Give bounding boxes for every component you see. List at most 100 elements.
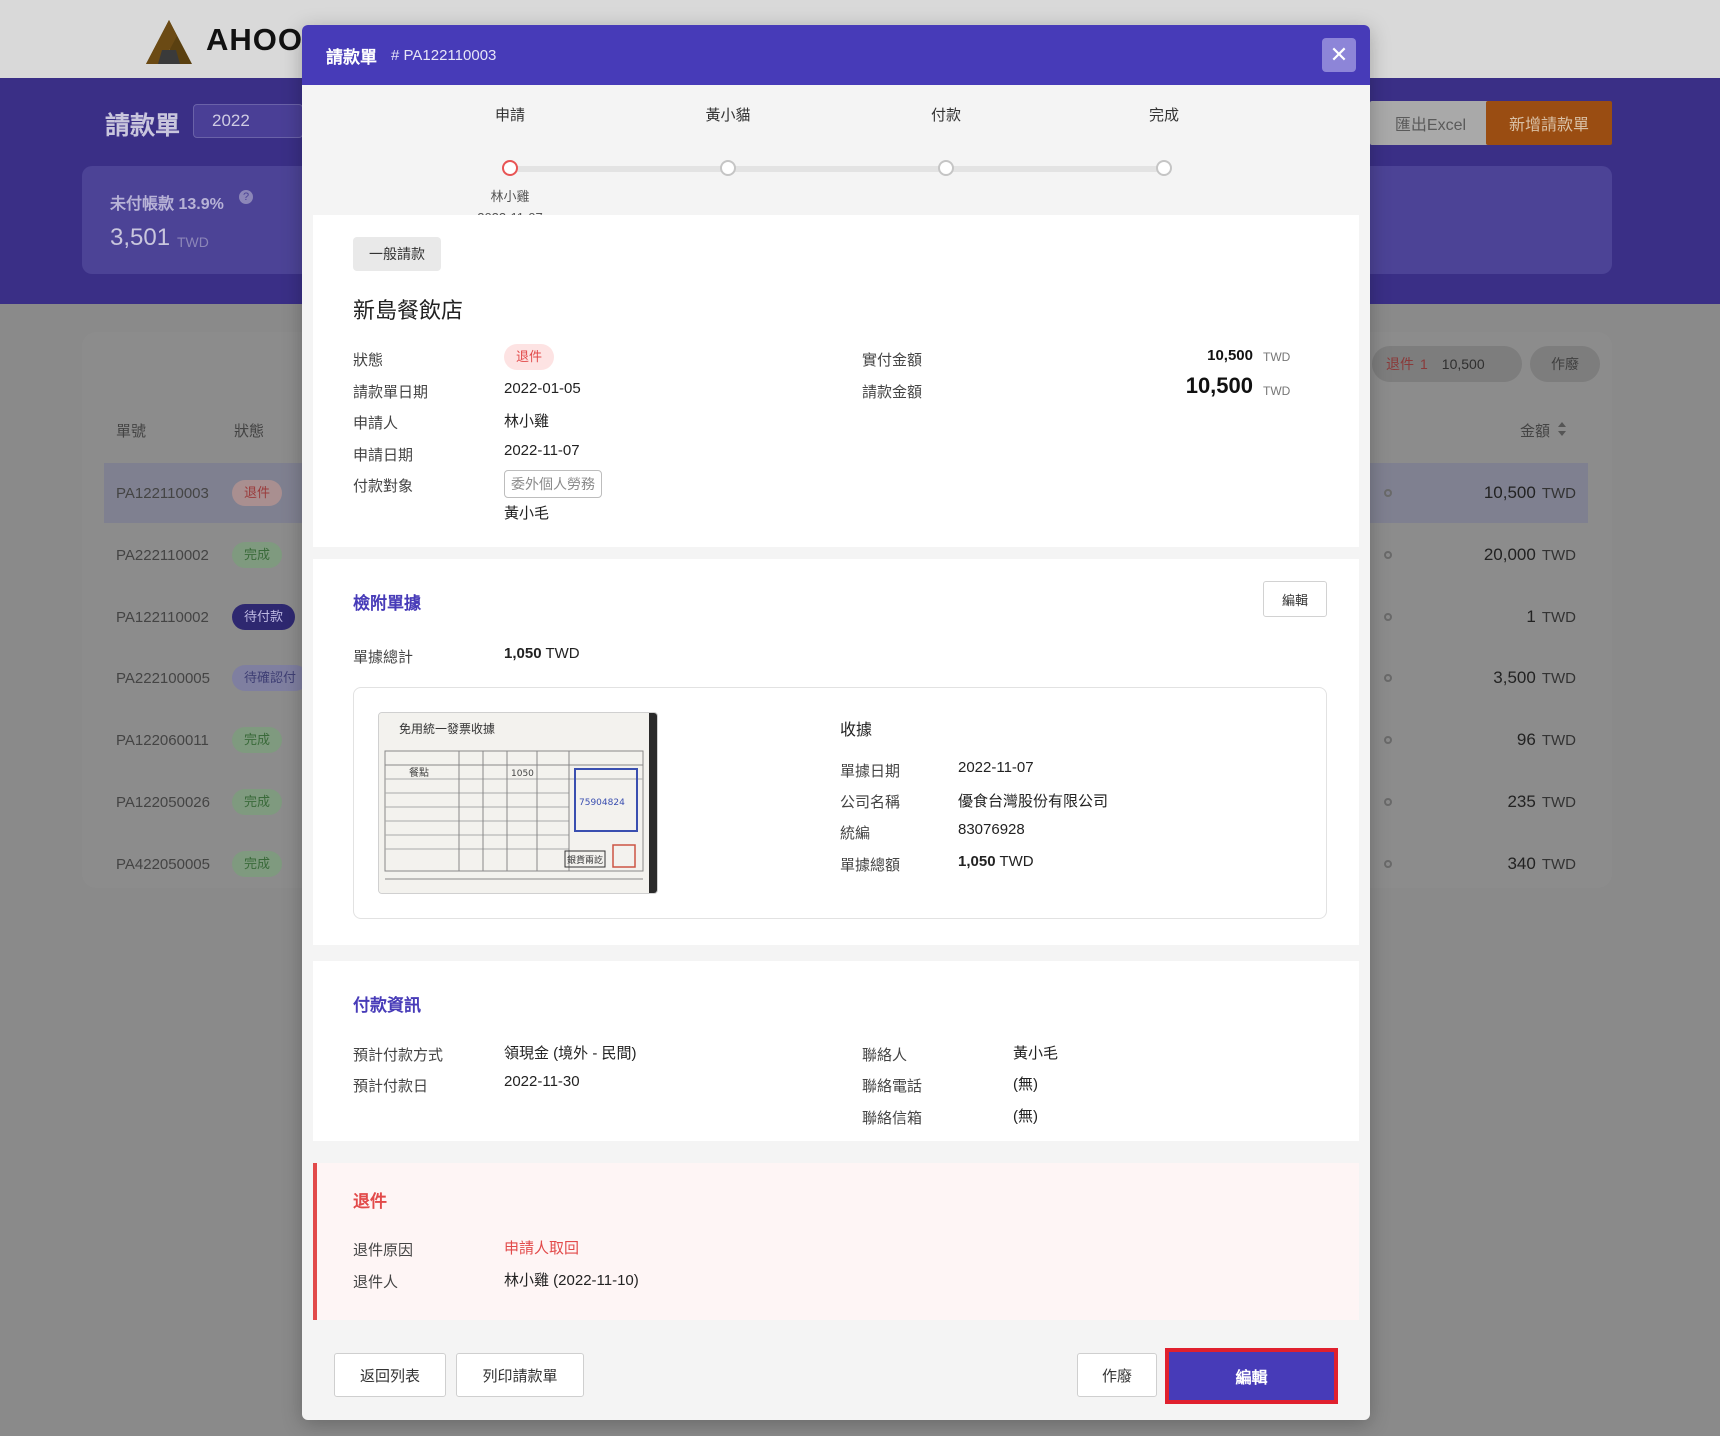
row-amount: 20,000 TWD (1483, 545, 1576, 564)
receipt-tax-id-value: 83076928 (958, 821, 1025, 838)
receipt-thumbnail[interactable]: 免用統一發票收據 餐點 1050 75904824 銀貨兩訖 (378, 712, 658, 894)
request-detail-modal: 請款單 # PA122110003 ✕ 申請 林小雞 2022-11-07 黃小… (302, 25, 1370, 1420)
step-dot (1156, 160, 1172, 176)
unpaid-currency: TWD (177, 234, 209, 250)
receipt-company-label: 公司名稱 (840, 794, 901, 811)
step-label: 申請 (494, 107, 525, 124)
attachments-total: 1,050 TWD (504, 645, 580, 662)
progress-dot (1384, 551, 1392, 559)
contact-phone-value: (無) (1013, 1076, 1038, 1093)
receipt-amount-label: 單據總額 (840, 857, 901, 874)
column-number: 單號 (116, 423, 147, 440)
receipt-amount-value: 1,050 TWD (958, 853, 1034, 870)
edit-button[interactable]: 編輯 (1165, 1348, 1338, 1404)
returned-by-value: 林小雞 (2022-11-10) (504, 1272, 639, 1289)
unpaid-value: 3,501 (110, 224, 171, 251)
status-badge: 退件 (504, 344, 555, 370)
print-request-button[interactable]: 列印請款單 (456, 1353, 584, 1397)
payee-name: 黃小毛 (504, 505, 550, 522)
progress-dot (1384, 674, 1392, 682)
contact-email-label: 聯絡信箱 (862, 1110, 923, 1127)
column-amount[interactable]: 金額 (1520, 420, 1550, 441)
returned-reason-value: 申請人取回 (504, 1240, 580, 1257)
actual-amount-value: 10,500 (1207, 347, 1253, 364)
progress-dot (1384, 798, 1392, 806)
actual-amount-label: 實付金額 (862, 352, 923, 369)
apply-date-label: 申請日期 (353, 447, 414, 464)
receipt-image-icon: 免用統一發票收據 餐點 1050 75904824 銀貨兩訖 (379, 713, 657, 893)
row-number: PA122050026 (116, 793, 210, 811)
row-number: PA222110002 (116, 546, 209, 564)
attachments-total-label: 單據總計 (353, 649, 414, 666)
progress-dot (1384, 736, 1392, 744)
row-number: PA122060011 (116, 731, 209, 749)
filter-returned-amount: 10,500 (1441, 356, 1485, 372)
step-dot (720, 160, 736, 176)
returned-title: 退件 (353, 1192, 387, 1211)
receipt-image-amount: 1050 (511, 769, 534, 779)
back-to-list-button[interactable]: 返回列表 (334, 1353, 446, 1397)
receipt-image-stamp-number: 75904824 (579, 798, 625, 808)
attachments-edit-button[interactable]: 編輯 (1263, 581, 1327, 617)
modal-header: 請款單 # PA122110003 (302, 25, 1370, 85)
row-amount: 3,500 TWD (1493, 668, 1576, 687)
filter-returned-label: 退件 (1386, 356, 1414, 372)
payee-label: 付款對象 (353, 478, 414, 495)
row-amount: 340 TWD (1507, 854, 1576, 873)
attachments-section: 檢附單據 編輯 單據總計 1,050 TWD 免用統一發票收據 餐點 1050 … (313, 559, 1359, 945)
filter-returned[interactable]: 退件 1 10,500 (1372, 346, 1522, 382)
payment-date-value: 2022-11-30 (504, 1073, 580, 1090)
payment-method-value: 領現金 (境外 - 民間) (504, 1045, 637, 1062)
approval-stepper: 申請 林小雞 2022-11-07 黃小貓 付款 完成 (302, 85, 1370, 225)
ahoo-logo-icon (146, 20, 192, 64)
row-number: PA122110003 (116, 484, 209, 502)
progress-dot (1384, 613, 1392, 621)
returned-by-label: 退件人 (353, 1274, 399, 1291)
returned-reason-label: 退件原因 (353, 1242, 414, 1259)
year-select[interactable]: 2022 (193, 104, 303, 138)
receipt-date-value: 2022-11-07 (958, 759, 1034, 776)
row-status: 退件 (232, 480, 283, 506)
payment-date-label: 預計付款日 (353, 1078, 429, 1095)
payment-info-title: 付款資訊 (353, 996, 421, 1015)
step-label: 完成 (1148, 107, 1179, 124)
edit-button-label: 編輯 (1235, 1370, 1268, 1387)
contact-value: 黃小毛 (1013, 1045, 1059, 1062)
receipt-image-seal: 銀貨兩訖 (567, 854, 603, 866)
receipt-date-label: 單據日期 (840, 763, 901, 780)
payee-type-tag: 委外個人勞務 (504, 470, 602, 498)
unpaid-label: 未付帳款 13.9% (110, 196, 224, 213)
step-label: 黃小貓 (705, 107, 751, 124)
status-label: 狀態 (353, 352, 384, 369)
filter-void[interactable]: 作廢 (1530, 346, 1600, 382)
request-currency: TWD (1263, 384, 1291, 398)
step-label: 付款 (930, 107, 961, 124)
actual-currency: TWD (1263, 350, 1291, 364)
receipt-card[interactable]: 免用統一發票收據 餐點 1050 75904824 銀貨兩訖 收據 單據日期 2… (353, 687, 1327, 919)
help-icon[interactable]: ? (239, 190, 253, 204)
receipt-type: 收據 (840, 722, 873, 739)
void-button[interactable]: 作廢 (1077, 1353, 1157, 1397)
receipt-company-value: 優食台灣股份有限公司 (958, 793, 1109, 810)
new-request-button[interactable]: 新增請款單 (1486, 101, 1612, 145)
row-number: PA122110002 (116, 608, 209, 626)
export-excel-button[interactable]: 匯出Excel (1370, 101, 1491, 145)
row-status: 待確認付 (232, 665, 309, 691)
sort-icon[interactable] (1556, 420, 1568, 438)
receipt-image-item: 餐點 (409, 766, 429, 779)
request-date-value: 2022-01-05 (504, 380, 581, 397)
contact-email-value: (無) (1013, 1108, 1038, 1125)
receipt-image-heading: 免用統一發票收據 (399, 721, 495, 736)
step-dot-active (502, 160, 518, 176)
row-amount: 1 TWD (1526, 607, 1576, 626)
close-button[interactable]: ✕ (1322, 38, 1356, 72)
stepper-track (512, 166, 1164, 172)
progress-dot (1384, 860, 1392, 868)
request-amount-label: 請款金額 (862, 384, 923, 401)
apply-date-value: 2022-11-07 (504, 442, 580, 459)
row-number: PA422050005 (116, 855, 210, 873)
step-dot (938, 160, 954, 176)
request-amount-value: 10,500 (1185, 373, 1253, 398)
row-status: 待付款 (232, 604, 296, 630)
row-status: 完成 (232, 542, 283, 568)
